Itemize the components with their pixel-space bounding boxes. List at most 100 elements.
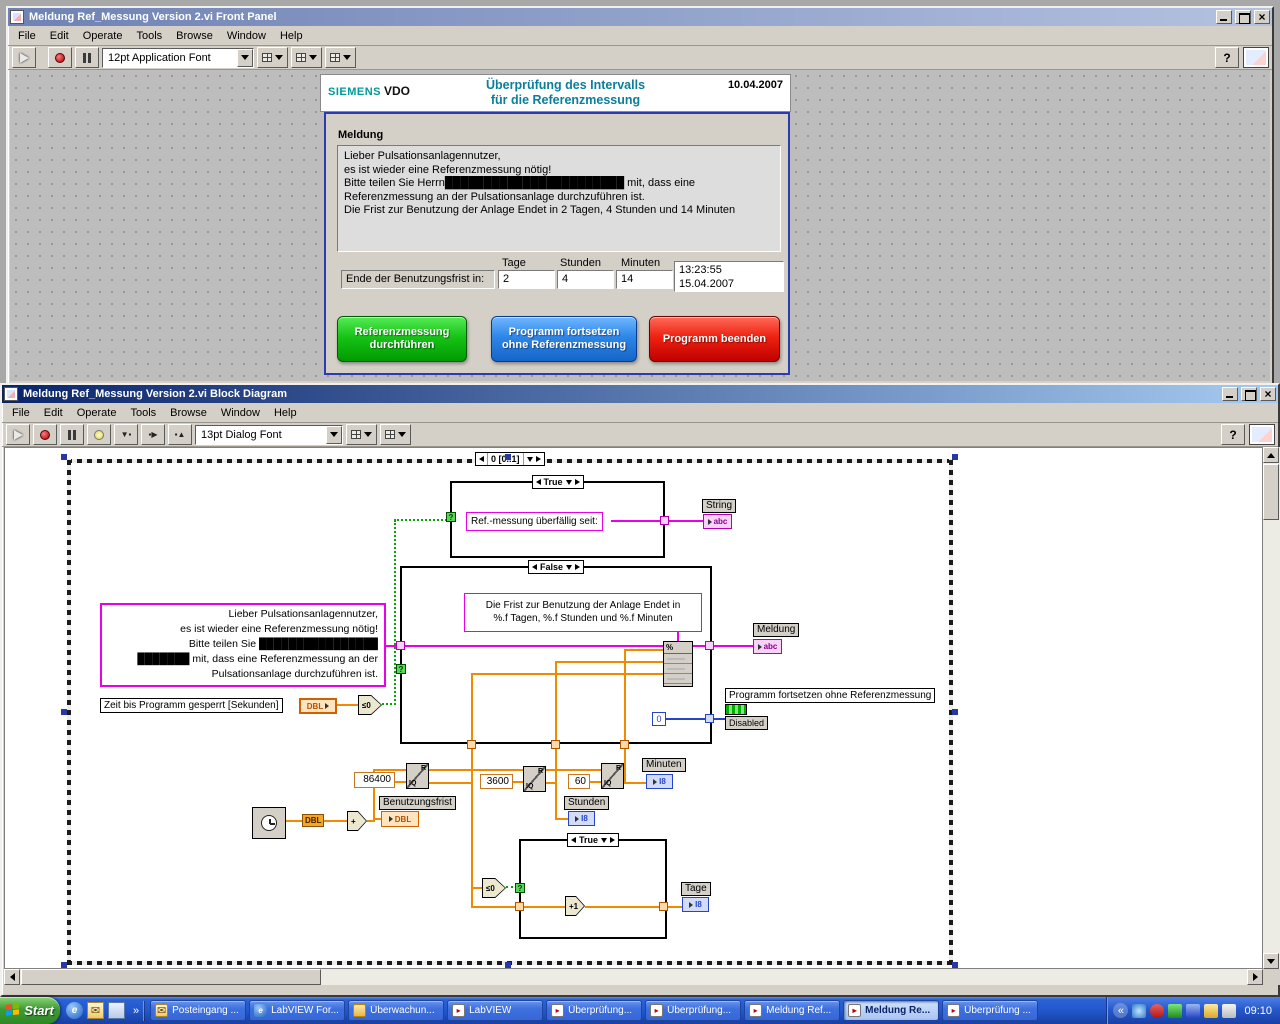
step-into-button[interactable]: ▼▪ bbox=[114, 424, 138, 445]
overdue-string-constant[interactable]: Ref.-messung überfällig seit: bbox=[466, 512, 603, 531]
abort-button[interactable] bbox=[33, 424, 57, 445]
constant-3600[interactable]: 3600 bbox=[480, 774, 513, 789]
string-indicator-terminal[interactable]: abc bbox=[703, 514, 732, 529]
minuten-indicator-label[interactable]: Minuten bbox=[642, 758, 686, 772]
menu-item[interactable]: Edit bbox=[43, 27, 76, 45]
case-dropdown-arrow[interactable] bbox=[601, 837, 608, 843]
help-button[interactable] bbox=[1221, 424, 1245, 445]
taskbar-task[interactable]: LabVIEW bbox=[447, 1000, 544, 1021]
scroll-down-button[interactable] bbox=[1263, 953, 1279, 969]
zeit-control-label[interactable]: Zeit bis Programm gesperrt [Sekunden] bbox=[100, 698, 283, 713]
tage-field[interactable]: 2 bbox=[498, 270, 555, 289]
less-equal-zero-node[interactable]: ≤0 bbox=[482, 878, 506, 898]
internet-explorer-icon[interactable] bbox=[66, 1002, 83, 1019]
run-button[interactable] bbox=[6, 424, 30, 445]
previous-case-arrow[interactable] bbox=[531, 564, 537, 570]
taskbar-task[interactable]: Posteingang ... bbox=[150, 1000, 247, 1021]
frame-dropdown-arrow[interactable] bbox=[526, 456, 533, 462]
previous-case-arrow[interactable] bbox=[570, 837, 576, 843]
menu-item[interactable]: Help bbox=[267, 404, 304, 422]
maximize-button[interactable] bbox=[1235, 10, 1251, 24]
meldung-indicator-label[interactable]: Meldung bbox=[753, 623, 800, 637]
next-case-arrow[interactable] bbox=[610, 837, 616, 843]
font-selector[interactable]: 12pt Application Font bbox=[102, 47, 254, 68]
vertical-scrollbar[interactable] bbox=[1263, 447, 1280, 969]
benutzungsfrist-indicator-label[interactable]: Benutzungsfrist bbox=[379, 796, 456, 810]
taskbar-task[interactable]: LabVIEW For... bbox=[249, 1000, 346, 1021]
fp-titlebar[interactable]: Meldung Ref_Messung Version 2.vi Front P… bbox=[8, 8, 1272, 26]
next-case-arrow[interactable] bbox=[574, 479, 580, 485]
taskbar-task[interactable]: Überprüfung... bbox=[546, 1000, 643, 1021]
menu-item[interactable]: Tools bbox=[129, 27, 169, 45]
increment-node[interactable]: +1 bbox=[565, 896, 585, 916]
step-over-button[interactable]: ▪▶ bbox=[141, 424, 165, 445]
pause-button[interactable] bbox=[60, 424, 84, 445]
string-indicator-label[interactable]: String bbox=[702, 499, 737, 513]
scroll-up-button[interactable] bbox=[1263, 447, 1279, 463]
menu-item[interactable]: Browse bbox=[163, 404, 214, 422]
zero-constant[interactable]: 0 bbox=[652, 712, 666, 726]
stunden-indicator-label[interactable]: Stunden bbox=[564, 796, 610, 810]
less-equal-zero-node[interactable]: ≤0 bbox=[358, 695, 382, 715]
previous-frame-arrow[interactable] bbox=[479, 456, 484, 462]
menu-item[interactable]: Window bbox=[214, 404, 267, 422]
menu-item[interactable]: Tools bbox=[123, 404, 163, 422]
show-desktop-icon[interactable] bbox=[108, 1002, 125, 1019]
combo-arrow[interactable] bbox=[326, 425, 342, 444]
stunden-indicator-terminal[interactable]: I8 bbox=[568, 811, 595, 826]
distribute-objects-dropdown[interactable] bbox=[380, 424, 411, 445]
constant-86400[interactable]: 86400 bbox=[354, 772, 395, 788]
messenger-icon[interactable] bbox=[1168, 1003, 1183, 1018]
combo-arrow[interactable] bbox=[237, 48, 253, 67]
property-node-disabled[interactable]: Disabled bbox=[725, 704, 769, 730]
quotient-remainder-node[interactable]: R IQ bbox=[523, 766, 546, 792]
taskbar-task[interactable]: Überprüfung... bbox=[645, 1000, 742, 1021]
taskbar-task[interactable]: Überprüfung ... bbox=[942, 1000, 1039, 1021]
menu-item[interactable]: File bbox=[5, 404, 37, 422]
horizontal-scrollbar[interactable] bbox=[4, 969, 1263, 985]
start-button[interactable]: Start bbox=[0, 997, 60, 1024]
close-button[interactable] bbox=[1260, 387, 1276, 401]
next-case-arrow[interactable] bbox=[575, 564, 581, 570]
case-selector[interactable]: False bbox=[527, 560, 585, 574]
property-node-label[interactable]: Programm fortsetzen ohne Referenzmessung bbox=[725, 688, 936, 703]
next-frame-arrow[interactable] bbox=[535, 456, 541, 462]
case-selector[interactable]: True bbox=[531, 475, 584, 489]
taskbar-task[interactable]: Meldung Ref... bbox=[744, 1000, 841, 1021]
resize-objects-dropdown[interactable] bbox=[325, 47, 356, 68]
tage-indicator-label[interactable]: Tage bbox=[681, 882, 711, 896]
align-objects-dropdown[interactable] bbox=[257, 47, 288, 68]
vi-icon[interactable] bbox=[1243, 47, 1269, 68]
menu-item[interactable]: Edit bbox=[37, 404, 70, 422]
volume-icon[interactable] bbox=[1204, 1003, 1219, 1018]
menu-item[interactable]: Help bbox=[273, 27, 310, 45]
add-node[interactable]: + bbox=[347, 811, 367, 831]
frist-format-string-constant[interactable]: Die Frist zur Benutzung der Anlage Endet… bbox=[464, 593, 702, 632]
menu-item[interactable]: Operate bbox=[70, 404, 124, 422]
menu-item[interactable]: File bbox=[11, 27, 43, 45]
quotient-remainder-node[interactable]: R IQ bbox=[406, 763, 429, 789]
format-into-string-node[interactable]: % bbox=[663, 641, 693, 687]
meldung-indicator-terminal[interactable]: abc bbox=[753, 639, 782, 654]
distribute-objects-dropdown[interactable] bbox=[291, 47, 322, 68]
vertical-scroll-thumb[interactable] bbox=[1263, 464, 1279, 520]
scroll-right-button[interactable] bbox=[1247, 969, 1263, 985]
pause-button[interactable] bbox=[75, 47, 99, 68]
step-out-button[interactable]: ▪▲ bbox=[168, 424, 192, 445]
bd-titlebar[interactable]: Meldung Ref_Messung Version 2.vi Block D… bbox=[2, 385, 1278, 403]
tray-chevron[interactable]: « bbox=[1113, 1003, 1129, 1018]
beenden-button[interactable]: Programm beenden bbox=[649, 316, 780, 362]
menu-item[interactable]: Window bbox=[220, 27, 273, 45]
outlook-icon[interactable] bbox=[87, 1002, 104, 1019]
highlight-execution-button[interactable] bbox=[87, 424, 111, 445]
benutzungsfrist-indicator-terminal[interactable]: DBL bbox=[381, 811, 419, 827]
taskbar-task[interactable]: Überwachun... bbox=[348, 1000, 445, 1021]
run-button[interactable] bbox=[12, 47, 36, 68]
menu-item[interactable]: Operate bbox=[76, 27, 130, 45]
display-icon[interactable] bbox=[1222, 1003, 1237, 1018]
network-icon[interactable] bbox=[1186, 1003, 1201, 1018]
case-dropdown-arrow[interactable] bbox=[565, 479, 572, 485]
case-selector[interactable]: True bbox=[566, 833, 620, 847]
fortsetzen-button[interactable]: Programm fortsetzen ohne Referenzmessung bbox=[491, 316, 637, 362]
tage-indicator-terminal[interactable]: I8 bbox=[682, 897, 709, 912]
